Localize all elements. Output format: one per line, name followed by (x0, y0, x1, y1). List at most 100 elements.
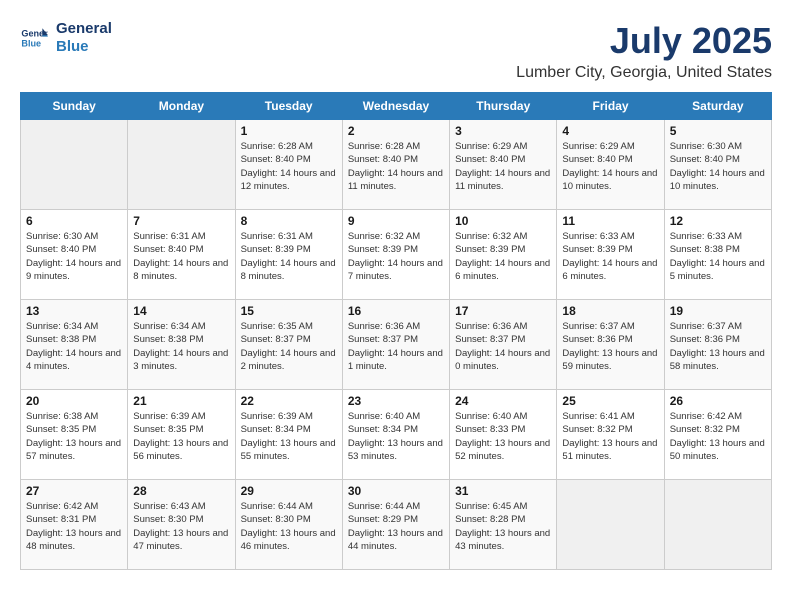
calendar-cell: 10 Sunrise: 6:32 AM Sunset: 8:39 PM Dayli… (450, 210, 557, 300)
day-info: Sunrise: 6:29 AM Sunset: 8:40 PM Dayligh… (562, 140, 658, 193)
calendar-cell: 29Sunrise: 6:44 AM Sunset: 8:30 PM Dayli… (235, 480, 342, 570)
calendar-header: SundayMondayTuesdayWednesdayThursdayFrid… (21, 93, 772, 120)
header-day-thursday: Thursday (450, 93, 557, 120)
day-number: 27 (26, 484, 122, 498)
calendar-cell: 20 Sunrise: 6:38 AM Sunset: 8:35 PM Dayli… (21, 390, 128, 480)
day-info: Sunrise: 6:40 AM Sunset: 8:34 PM Dayligh… (348, 410, 444, 463)
day-number: 21 (133, 394, 229, 408)
day-info: Sunrise: 6:38 AM Sunset: 8:35 PM Dayligh… (26, 410, 122, 463)
calendar-cell: 2 Sunrise: 6:28 AM Sunset: 8:40 PM Daylig… (342, 120, 449, 210)
day-info: Sunrise: 6:31 AM Sunset: 8:40 PM Dayligh… (133, 230, 229, 283)
day-number: 4 (562, 124, 658, 138)
day-number: 22 (241, 394, 337, 408)
calendar-cell: 26 Sunrise: 6:42 AM Sunset: 8:32 PM Dayli… (664, 390, 771, 480)
week-row-2: 6Sunrise: 6:30 AM Sunset: 8:40 PM Daylig… (21, 210, 772, 300)
day-info: Sunrise: 6:33 AM Sunset: 8:38 PM Dayligh… (670, 230, 766, 283)
calendar-cell: 17Sunrise: 6:36 AM Sunset: 8:37 PM Dayli… (450, 300, 557, 390)
header-day-friday: Friday (557, 93, 664, 120)
day-info: Sunrise: 6:32 AM Sunset: 8:39 PM Dayligh… (455, 230, 551, 283)
day-number: 5 (670, 124, 766, 138)
calendar-cell: 16 Sunrise: 6:36 AM Sunset: 8:37 PM Dayli… (342, 300, 449, 390)
day-number: 11 (562, 214, 658, 228)
title-area: July 2025 Lumber City, Georgia, United S… (516, 20, 772, 82)
day-number: 16 (348, 304, 444, 318)
day-info: Sunrise: 6:36 AM Sunset: 8:37 PM Dayligh… (348, 320, 444, 373)
day-number: 24 (455, 394, 551, 408)
day-info: Sunrise: 6:40 AM Sunset: 8:33 PM Dayligh… (455, 410, 551, 463)
calendar-cell: 28 Sunrise: 6:43 AM Sunset: 8:30 PM Dayli… (128, 480, 235, 570)
calendar-cell: 25 Sunrise: 6:41 AM Sunset: 8:32 PM Dayli… (557, 390, 664, 480)
day-number: 15 (241, 304, 337, 318)
week-row-3: 13 Sunrise: 6:34 AM Sunset: 8:38 PM Dayli… (21, 300, 772, 390)
day-number: 19 (670, 304, 766, 318)
day-info: Sunrise: 6:28 AM Sunset: 8:40 PM Dayligh… (348, 140, 444, 193)
calendar-cell: 4 Sunrise: 6:29 AM Sunset: 8:40 PM Daylig… (557, 120, 664, 210)
day-info: Sunrise: 6:31 AM Sunset: 8:39 PM Dayligh… (241, 230, 337, 283)
calendar-cell: 22Sunrise: 6:39 AM Sunset: 8:34 PM Dayli… (235, 390, 342, 480)
day-number: 1 (241, 124, 337, 138)
header: General Blue General Blue July 2025 Lumb… (20, 20, 772, 82)
day-info: Sunrise: 6:37 AM Sunset: 8:36 PM Dayligh… (670, 320, 766, 373)
calendar-cell: 6Sunrise: 6:30 AM Sunset: 8:40 PM Daylig… (21, 210, 128, 300)
day-info: Sunrise: 6:39 AM Sunset: 8:35 PM Dayligh… (133, 410, 229, 463)
day-number: 7 (133, 214, 229, 228)
day-info: Sunrise: 6:43 AM Sunset: 8:30 PM Dayligh… (133, 500, 229, 553)
calendar-cell: 18Sunrise: 6:37 AM Sunset: 8:36 PM Dayli… (557, 300, 664, 390)
day-number: 20 (26, 394, 122, 408)
calendar-cell (128, 120, 235, 210)
day-info: Sunrise: 6:41 AM Sunset: 8:32 PM Dayligh… (562, 410, 658, 463)
calendar-cell: 19 Sunrise: 6:37 AM Sunset: 8:36 PM Dayli… (664, 300, 771, 390)
calendar-cell: 27Sunrise: 6:42 AM Sunset: 8:31 PM Dayli… (21, 480, 128, 570)
week-row-5: 27Sunrise: 6:42 AM Sunset: 8:31 PM Dayli… (21, 480, 772, 570)
calendar-cell: 31Sunrise: 6:45 AM Sunset: 8:28 PM Dayli… (450, 480, 557, 570)
calendar-cell: 11 Sunrise: 6:33 AM Sunset: 8:39 PM Dayli… (557, 210, 664, 300)
logo-text-blue: Blue (56, 38, 112, 56)
day-number: 10 (455, 214, 551, 228)
day-number: 3 (455, 124, 551, 138)
day-number: 30 (348, 484, 444, 498)
calendar-cell: 1 Sunrise: 6:28 AM Sunset: 8:40 PM Daylig… (235, 120, 342, 210)
day-number: 23 (348, 394, 444, 408)
day-number: 26 (670, 394, 766, 408)
calendar-body: 1 Sunrise: 6:28 AM Sunset: 8:40 PM Daylig… (21, 120, 772, 570)
logo-icon: General Blue (20, 24, 48, 52)
calendar-cell: 21 Sunrise: 6:39 AM Sunset: 8:35 PM Dayli… (128, 390, 235, 480)
subtitle: Lumber City, Georgia, United States (516, 64, 772, 82)
calendar-cell: 23 Sunrise: 6:40 AM Sunset: 8:34 PM Dayli… (342, 390, 449, 480)
calendar-cell: 12 Sunrise: 6:33 AM Sunset: 8:38 PM Dayli… (664, 210, 771, 300)
day-info: Sunrise: 6:33 AM Sunset: 8:39 PM Dayligh… (562, 230, 658, 283)
day-number: 2 (348, 124, 444, 138)
calendar-cell: 15 Sunrise: 6:35 AM Sunset: 8:37 PM Dayli… (235, 300, 342, 390)
header-day-tuesday: Tuesday (235, 93, 342, 120)
calendar-cell (557, 480, 664, 570)
day-info: Sunrise: 6:42 AM Sunset: 8:32 PM Dayligh… (670, 410, 766, 463)
day-number: 14 (133, 304, 229, 318)
header-day-monday: Monday (128, 93, 235, 120)
calendar-cell: 13 Sunrise: 6:34 AM Sunset: 8:38 PM Dayli… (21, 300, 128, 390)
day-number: 28 (133, 484, 229, 498)
calendar-cell: 7 Sunrise: 6:31 AM Sunset: 8:40 PM Daylig… (128, 210, 235, 300)
day-number: 13 (26, 304, 122, 318)
day-info: Sunrise: 6:29 AM Sunset: 8:40 PM Dayligh… (455, 140, 551, 193)
day-number: 8 (241, 214, 337, 228)
calendar-cell: 5Sunrise: 6:30 AM Sunset: 8:40 PM Daylig… (664, 120, 771, 210)
day-number: 6 (26, 214, 122, 228)
header-day-wednesday: Wednesday (342, 93, 449, 120)
svg-text:Blue: Blue (21, 38, 41, 48)
day-info: Sunrise: 6:32 AM Sunset: 8:39 PM Dayligh… (348, 230, 444, 283)
calendar-cell (664, 480, 771, 570)
header-day-sunday: Sunday (21, 93, 128, 120)
logo: General Blue General Blue (20, 20, 112, 56)
calendar-cell: 14 Sunrise: 6:34 AM Sunset: 8:38 PM Dayli… (128, 300, 235, 390)
day-info: Sunrise: 6:34 AM Sunset: 8:38 PM Dayligh… (26, 320, 122, 373)
day-number: 17 (455, 304, 551, 318)
day-number: 12 (670, 214, 766, 228)
day-info: Sunrise: 6:28 AM Sunset: 8:40 PM Dayligh… (241, 140, 337, 193)
week-row-4: 20 Sunrise: 6:38 AM Sunset: 8:35 PM Dayli… (21, 390, 772, 480)
calendar-cell: 30Sunrise: 6:44 AM Sunset: 8:29 PM Dayli… (342, 480, 449, 570)
day-info: Sunrise: 6:34 AM Sunset: 8:38 PM Dayligh… (133, 320, 229, 373)
day-info: Sunrise: 6:35 AM Sunset: 8:37 PM Dayligh… (241, 320, 337, 373)
calendar-cell: 8 Sunrise: 6:31 AM Sunset: 8:39 PM Daylig… (235, 210, 342, 300)
main-title: July 2025 (516, 20, 772, 62)
day-number: 25 (562, 394, 658, 408)
